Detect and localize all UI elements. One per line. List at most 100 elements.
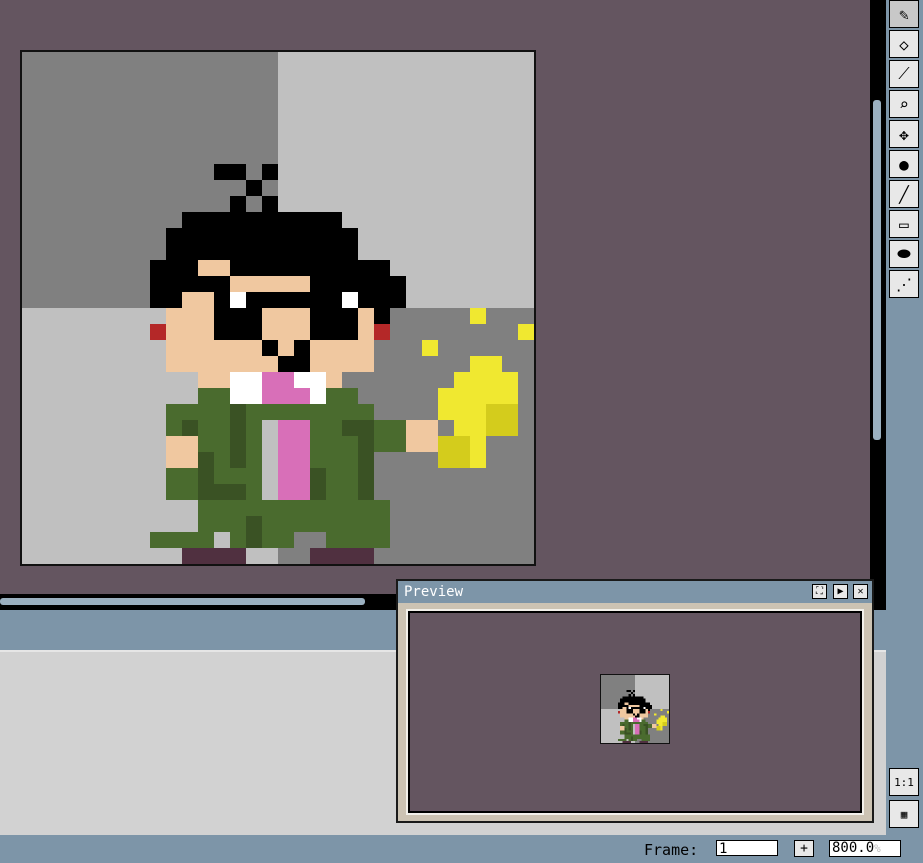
sprite-pixel: [628, 706, 631, 709]
sprite-pixel: [628, 694, 631, 697]
sprite-pixel: [652, 723, 657, 729]
sprite-pixel: [358, 436, 374, 500]
fill-icon[interactable]: ●: [889, 150, 919, 178]
rectangle-icon[interactable]: ▭: [889, 210, 919, 238]
preview-window: Preview ⛶ ▶ ✕: [396, 579, 874, 823]
sprite-pixel: [342, 420, 374, 436]
sprite-pixel: [632, 694, 635, 697]
frame-label: Frame:: [644, 841, 699, 859]
sprite-pixel: [374, 324, 390, 340]
sprite-pixel: [198, 452, 214, 500]
sprite-pixel: [486, 404, 518, 436]
sprite-pixel: [635, 715, 640, 718]
sprite-pixel: [624, 734, 650, 739]
sprite-pixel: [632, 689, 635, 692]
sprite-pixel: [660, 715, 665, 718]
sprite-canvas[interactable]: [20, 50, 536, 566]
sprite-pixel: [246, 180, 262, 196]
pixel-art-sprite[interactable]: [22, 52, 534, 564]
sprite-pixel: [198, 500, 390, 532]
sprite-pixel: [624, 702, 629, 705]
eraser-icon[interactable]: ◇: [889, 30, 919, 58]
horizontal-scroll-thumb[interactable]: [0, 598, 365, 605]
sprite-pixel: [643, 706, 646, 709]
sprite-pixel: [622, 696, 644, 699]
sprite-pixel: [150, 260, 390, 276]
preview-viewport: [406, 609, 864, 815]
sprite-pixel: [294, 340, 310, 356]
sprite-pixel: [622, 740, 631, 743]
add-frame-button[interactable]: +: [794, 840, 814, 857]
sprite-pixel: [342, 292, 358, 308]
preview-sprite: [601, 675, 669, 743]
sprite-pixel: [660, 709, 663, 712]
preview-play-button[interactable]: ▶: [833, 584, 848, 599]
sprite-pixel: [262, 372, 294, 388]
sprite-pixel: [182, 420, 198, 436]
sprite-pixel: [630, 736, 633, 741]
sprite-pixel: [626, 689, 631, 692]
preview-fit-button[interactable]: ⛶: [812, 584, 827, 599]
line-icon[interactable]: ╱: [889, 180, 919, 208]
sprite-pixel: [470, 356, 502, 372]
sprite-pixel: [643, 723, 648, 726]
actual-size-button[interactable]: 1:1: [889, 768, 919, 796]
sprite-pixel: [182, 548, 246, 564]
vertical-scrollbar[interactable]: [870, 0, 886, 610]
sprite-pixel: [438, 436, 470, 468]
sprite-pixel: [628, 721, 631, 731]
status-bar: Frame: 1 + 800.0%: [0, 837, 923, 863]
vertical-scroll-thumb[interactable]: [873, 100, 881, 440]
sprite-pixel: [632, 717, 638, 720]
sprite-pixel: [620, 698, 646, 703]
sprite-pixel: [654, 713, 657, 716]
sprite-pixel: [620, 726, 625, 731]
eyedropper-icon[interactable]: ⟋: [889, 60, 919, 88]
sprite-pixel: [182, 212, 342, 228]
sprite-pixel: [628, 704, 640, 707]
zoom-value: 800.0: [832, 840, 875, 856]
sprite-pixel: [641, 738, 650, 741]
sprite-pixel: [632, 713, 635, 716]
sprite-pixel: [637, 713, 640, 716]
sprite-pixel: [214, 484, 246, 500]
sprite-pixel: [454, 372, 518, 388]
pencil-icon[interactable]: ✎: [889, 0, 919, 28]
sprite-pixel: [262, 388, 310, 404]
sprite-pixel: [639, 740, 648, 743]
sprite-pixel: [422, 340, 438, 356]
sprite-pixel: [182, 292, 214, 308]
sprite-pixel: [620, 721, 648, 724]
sprite-pixel: [518, 324, 534, 340]
sprite-pixel: [230, 196, 246, 212]
sprite-pixel: [310, 468, 326, 500]
filmstrip-button[interactable]: ▦: [889, 800, 919, 828]
sprite-pixel: [230, 292, 246, 308]
sprite-pixel: [647, 711, 650, 714]
move-icon[interactable]: ✥: [889, 120, 919, 148]
preview-titlebar[interactable]: Preview: [398, 581, 872, 603]
sprite-pixel: [626, 732, 631, 735]
sprite-pixel: [622, 706, 627, 709]
sprite-pixel: [310, 548, 374, 564]
sprite-pixel: [214, 164, 246, 180]
sprite-pixel: [632, 719, 640, 722]
sprite-pixel: [278, 356, 310, 372]
sprite-pixel: [624, 728, 627, 735]
frame-input[interactable]: 1: [716, 840, 778, 857]
preview-close-button[interactable]: ✕: [853, 584, 868, 599]
ellipse-icon[interactable]: ⬬: [889, 240, 919, 268]
sprite-pixel: [262, 340, 278, 356]
zoom-icon[interactable]: ⌕: [889, 90, 919, 118]
sprite-pixel: [262, 196, 278, 212]
airbrush-icon[interactable]: ⋰: [889, 270, 919, 298]
sprite-pixel: [639, 730, 642, 735]
sprite-pixel: [658, 717, 667, 720]
sprite-pixel: [622, 723, 625, 726]
sprite-pixel: [656, 726, 661, 731]
sprite-pixel: [198, 260, 230, 276]
sprite-pixel: [666, 711, 669, 714]
zoom-input[interactable]: 800.0%: [829, 840, 901, 857]
sprite-pixel: [166, 228, 358, 260]
sprite-pixel: [662, 721, 667, 726]
